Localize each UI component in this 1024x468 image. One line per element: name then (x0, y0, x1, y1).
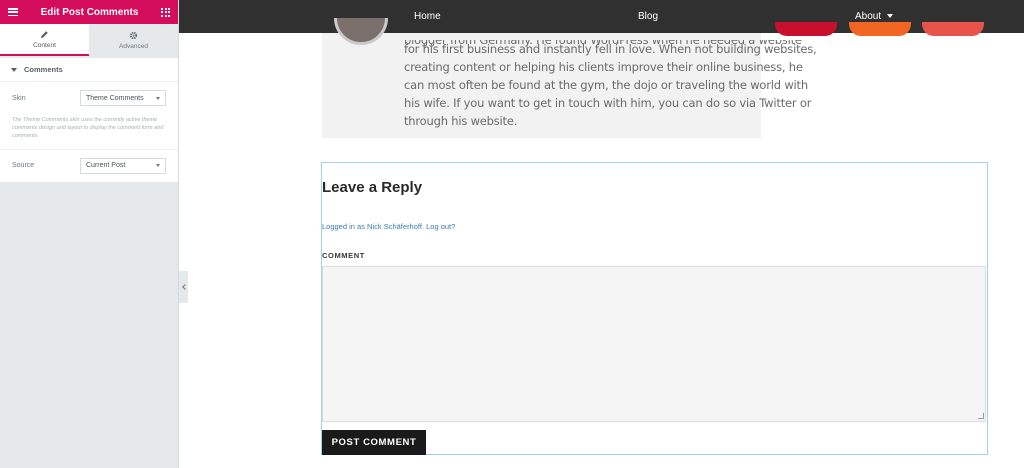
tab-advanced-label: Advanced (119, 42, 148, 50)
gear-icon (129, 31, 138, 39)
tab-content-label: Content (33, 41, 56, 49)
source-control: Source Current Post (0, 150, 178, 182)
source-select-value: Current Post (86, 162, 126, 170)
panel-header: Edit Post Comments (0, 0, 178, 24)
nav-item-home[interactable]: Home (414, 11, 441, 22)
source-label: Source (12, 162, 35, 170)
user-profile-link[interactable]: Nick Schäferhoff (367, 222, 422, 231)
caret-down-icon (887, 14, 894, 19)
comment-textarea[interactable] (322, 266, 986, 422)
skin-control: Skin Theme Comments (0, 82, 178, 114)
caret-down-icon (11, 67, 17, 72)
nav-item-blog[interactable]: Blog (638, 11, 658, 22)
panel-tabs: Content Advanced (0, 24, 178, 56)
bio-line: his wife. If you want to get in touch wi… (404, 96, 812, 110)
bio-line: can most often be found at the gym, the … (404, 78, 808, 92)
section-title: Comments (24, 65, 63, 74)
widgets-grid-icon[interactable] (161, 7, 170, 17)
nav-item-about-label: About (855, 11, 882, 22)
editor-panel: Edit Post Comments Content Advanced Comm… (0, 0, 179, 468)
dropdown-arrow-icon (156, 164, 160, 168)
nav-item-about[interactable]: About (855, 11, 894, 22)
bio-line: creating content or helping his clients … (404, 60, 803, 74)
social-button-red[interactable] (775, 22, 837, 36)
chevron-left-icon (181, 284, 188, 290)
panel-collapse-handle[interactable] (179, 271, 188, 303)
tab-advanced[interactable]: Advanced (89, 24, 178, 56)
resize-grip-icon[interactable] (978, 413, 984, 419)
bio-line: through his website. (404, 114, 518, 128)
skin-select-value: Theme Comments (86, 94, 144, 102)
logged-in-text: Logged in as Nick Schäferhoff. Log out? (322, 222, 455, 231)
social-button-orange[interactable] (849, 22, 911, 36)
panel-content: Comments Skin Theme Comments The Theme C… (0, 58, 178, 182)
pencil-icon (40, 30, 48, 38)
comment-field-label: COMMENT (322, 251, 365, 260)
author-bio: blogger from Germany. He found WordPress… (404, 40, 817, 130)
source-select[interactable]: Current Post (80, 157, 166, 174)
author-avatar (334, 18, 388, 45)
panel-title: Edit Post Comments (40, 6, 139, 18)
skin-label: Skin (12, 94, 26, 102)
section-comments-toggle[interactable]: Comments (0, 58, 178, 82)
tab-content[interactable]: Content (0, 24, 89, 56)
hamburger-menu-icon[interactable] (8, 8, 18, 16)
dropdown-arrow-icon (156, 96, 160, 100)
logged-in-prefix: Logged in as (322, 222, 368, 231)
skin-description: The Theme Comments skin uses the current… (12, 117, 164, 139)
post-comment-button[interactable]: POST COMMENT (322, 430, 426, 455)
social-button-coral[interactable] (922, 22, 984, 36)
reply-title: Leave a Reply (322, 179, 423, 196)
logout-link[interactable]: Log out? (426, 222, 455, 231)
skin-select[interactable]: Theme Comments (80, 90, 166, 106)
